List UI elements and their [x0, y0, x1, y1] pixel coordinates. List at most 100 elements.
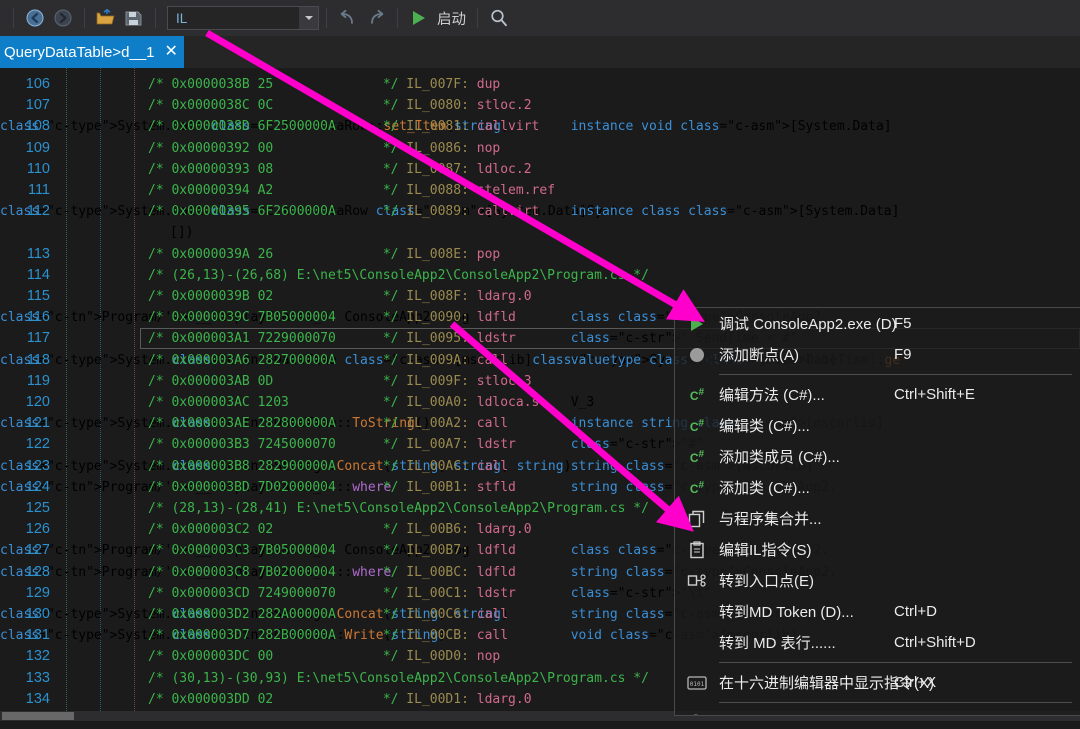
language-combo[interactable]: IL	[167, 6, 319, 30]
line-number: 132	[25, 648, 50, 665]
menu-item-3[interactable]: C# 编辑方法 (C#)... Ctrl+Shift+E	[675, 379, 1080, 410]
csharp-icon: C#	[689, 448, 705, 465]
code-line[interactable]: 115/* 0x0000039B 02 */ IL_008F: ldarg.0	[0, 286, 1080, 307]
forward-button[interactable]	[50, 5, 76, 31]
back-arrow-icon	[26, 9, 44, 27]
close-icon[interactable]: ✕	[165, 44, 178, 60]
menu-item-13[interactable]: 0101 在十六进制编辑器中显示指令(X) Ctrl+X	[675, 667, 1080, 698]
line-number: 124	[25, 478, 50, 495]
line-number: 127	[25, 542, 50, 559]
menu-item-label: 添加类成员 (C#)...	[719, 449, 840, 466]
menu-item-label: 与程序集合并...	[719, 511, 822, 528]
menu-item-shortcut: F9	[894, 346, 912, 363]
toolbar: IL 启动	[0, 0, 1080, 36]
line-number: 121	[25, 415, 50, 432]
menu-item-shortcut: Ctrl+X	[894, 674, 937, 691]
menu-item-shortcut: Ctrl+Shift+D	[894, 634, 976, 651]
menu-item-shortcut: F5	[894, 315, 912, 332]
line-number: 109	[25, 139, 50, 156]
code-line[interactable]: 108/* 0x0000038D 6F2500000A */ IL_0081: …	[0, 116, 1080, 137]
goto-token-icon	[675, 596, 719, 627]
menu-item-1[interactable]: 添加断点(A) F9	[675, 339, 1080, 370]
code-line[interactable]: 106/* 0x0000038B 25 */ IL_007F: dup	[0, 74, 1080, 95]
tab-bar: QueryDataTable>d__1 ✕	[0, 36, 1080, 68]
line-number: 131	[25, 627, 50, 644]
menu-item-15[interactable]: 查找 Ctrl+F	[675, 707, 1080, 715]
menu-item-label: 转到MD Token (D)...	[719, 604, 854, 621]
menu-item-label: 编辑类 (C#)...	[719, 418, 810, 435]
menu-separator	[719, 702, 1072, 703]
merge-assembly-icon	[675, 503, 719, 534]
menu-item-8[interactable]: 编辑IL指令(S)	[675, 534, 1080, 565]
code-line[interactable]: 113/* 0x0000039A 26 */ IL_008E: pop	[0, 244, 1080, 265]
menu-item-label: 调试 ConsoleApp2.exe (D)	[719, 316, 897, 333]
menu-separator	[719, 374, 1072, 375]
line-number: 114	[26, 266, 50, 283]
line-number: 120	[25, 394, 50, 410]
code-line[interactable]: 110/* 0x00000393 08 */ IL_0087: ldloc.2	[0, 159, 1080, 180]
open-folder-icon	[96, 9, 115, 25]
toolbar-divider	[477, 8, 478, 28]
menu-item-4[interactable]: C# 编辑类 (C#)...	[675, 410, 1080, 441]
save-button[interactable]	[121, 5, 147, 31]
line-number: 107	[25, 97, 50, 114]
run-button-label[interactable]: 启动	[437, 8, 466, 29]
menu-item-7[interactable]: 与程序集合并...	[675, 503, 1080, 534]
tab-querydatatable[interactable]: QueryDataTable>d__1 ✕	[0, 36, 184, 68]
menu-item-5[interactable]: C# 添加类成员 (C#)...	[675, 441, 1080, 472]
line-number: 130	[25, 606, 50, 622]
code-line[interactable]: 107/* 0x0000038C 0C */ IL_0080: stloc.2	[0, 95, 1080, 116]
menu-item-shortcut: Ctrl+F	[894, 707, 1080, 715]
line-number: 111	[27, 182, 50, 198]
line-number: 108	[25, 118, 50, 135]
line-number: 119	[26, 372, 50, 389]
menu-item-0[interactable]: 调试 ConsoleApp2.exe (D) F5	[675, 308, 1080, 339]
code-line[interactable]: 114/* (26,13)-(26,68) E:\net5\ConsoleApp…	[0, 265, 1080, 286]
line-number: 117	[26, 330, 50, 347]
edit-il-icon	[675, 534, 719, 565]
scrollbar-thumb[interactable]	[2, 712, 74, 720]
context-menu[interactable]: 调试 ConsoleApp2.exe (D) F5 添加断点(A) F9 C# 编辑方法 …	[674, 307, 1080, 716]
line-number: 110	[26, 160, 50, 177]
line-number: 123	[25, 457, 50, 474]
back-button[interactable]	[22, 5, 48, 31]
redo-button[interactable]	[363, 5, 389, 31]
line-number: 113	[26, 245, 50, 262]
menu-item-label: 添加类 (C#)...	[719, 480, 810, 497]
menu-item-label: 转到 MD 表行......	[719, 635, 836, 652]
menu-item-11[interactable]: 转到 MD 表行...... Ctrl+Shift+D	[675, 627, 1080, 658]
menu-item-label: 查找	[719, 712, 749, 715]
magnifier-icon	[491, 9, 507, 27]
menu-item-6[interactable]: C# 添加类 (C#)...	[675, 472, 1080, 503]
toolbar-divider	[326, 8, 327, 28]
search-button[interactable]	[486, 5, 512, 31]
language-combo-value: IL	[176, 10, 188, 26]
menu-item-label: 编辑方法 (C#)...	[719, 387, 825, 404]
tab-label: QueryDataTable>d__1	[4, 43, 155, 61]
open-file-button[interactable]	[93, 5, 119, 31]
hex-editor-icon: 0101	[675, 667, 719, 698]
toolbar-divider	[84, 8, 85, 28]
goto-mdrow-icon	[675, 627, 719, 658]
line-number: 116	[26, 309, 50, 326]
csharp-icon: C#	[689, 386, 705, 403]
menu-item-10[interactable]: 转到MD Token (D)... Ctrl+D	[675, 596, 1080, 627]
toolbar-divider	[397, 8, 398, 28]
code-line[interactable]: [])	[0, 222, 1080, 243]
csharp-icon: C#	[689, 479, 705, 496]
undo-button[interactable]	[335, 5, 361, 31]
menu-item-9[interactable]: 转到入口点(E)	[675, 565, 1080, 596]
toolbar-divider	[13, 8, 14, 28]
line-number: 128	[25, 563, 50, 580]
run-button[interactable]	[406, 5, 432, 31]
line-number: 134	[25, 690, 50, 707]
code-line[interactable]: 109/* 0x00000392 00 */ IL_0086: nop	[0, 138, 1080, 159]
svg-text:0101: 0101	[690, 681, 705, 688]
chevron-down-icon[interactable]	[299, 7, 318, 29]
line-number: 115	[26, 288, 50, 304]
code-line[interactable]: 112/* 0x00000395 6F2600000A */ IL_0089: …	[0, 201, 1080, 222]
menu-separator	[719, 662, 1072, 663]
line-number: 125	[25, 500, 50, 516]
code-line[interactable]: 111/* 0x00000394 A2 */ IL_0088: stelem.r…	[0, 180, 1080, 201]
goto-entrypoint-icon	[675, 565, 719, 596]
